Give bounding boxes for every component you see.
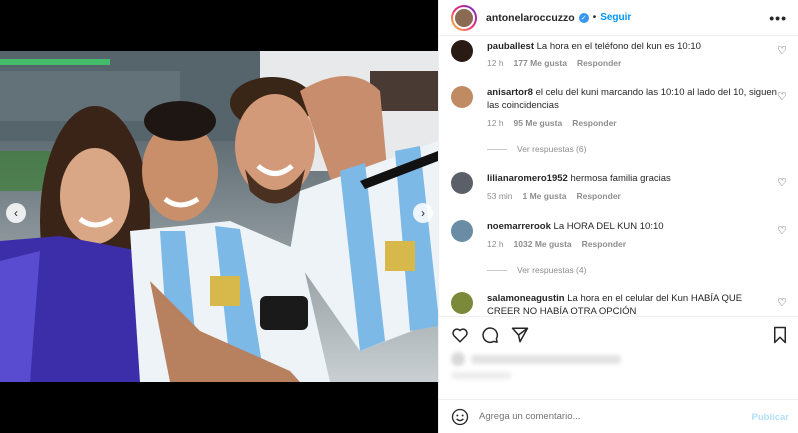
comment-username[interactable]: pauballest [487, 41, 534, 52]
view-replies-button[interactable]: Ver respuestas (6) [487, 144, 586, 154]
commenter-avatar[interactable] [451, 172, 473, 194]
reply-button[interactable]: Responder [572, 118, 616, 128]
post-photo[interactable] [0, 51, 438, 382]
comment-likes[interactable]: 177 Me gusta [514, 58, 567, 68]
reply-button[interactable]: Responder [577, 58, 621, 68]
comment-text: hermosa familia gracias [570, 173, 671, 184]
comment-username[interactable]: anisartor8 [487, 87, 533, 98]
follow-button[interactable]: Seguir [600, 12, 631, 23]
comment-username[interactable]: noemarrerook [487, 221, 551, 232]
comment-time[interactable]: 12 h [487, 118, 504, 128]
comment-composer: Publicar [439, 399, 798, 433]
emoji-icon[interactable] [451, 408, 469, 426]
heart-icon[interactable]: ♡ [777, 176, 787, 189]
comment-text: La hora en el teléfono del kun es 10:10 [536, 41, 701, 52]
comment-username[interactable]: lilianaromero1952 [487, 173, 568, 184]
commenter-avatar[interactable] [451, 292, 473, 314]
post-comment-button[interactable]: Publicar [752, 412, 790, 423]
comment-likes[interactable]: 95 Me gusta [514, 118, 563, 128]
comment-icon[interactable] [481, 326, 499, 344]
comment-body: noemarrerook La HORA DEL KUN 10:10 [487, 220, 777, 233]
comment-input[interactable] [479, 411, 719, 422]
reply-button[interactable]: Responder [582, 239, 626, 249]
profile-avatar[interactable] [451, 4, 477, 31]
commenter-avatar[interactable] [451, 220, 473, 242]
instagram-post-viewer: ‹ › antonelaroccuzzo ✓ • Seguir ••• paub… [0, 0, 798, 433]
heart-icon[interactable]: ♡ [777, 90, 787, 103]
commenter-avatar[interactable] [451, 40, 473, 62]
chevron-right-icon[interactable]: › [413, 203, 433, 223]
post-actions-bar [439, 316, 798, 352]
comment-likes[interactable]: 1 Me gusta [523, 191, 567, 201]
header-separator: • [592, 12, 597, 23]
comment-body: lilianaromero1952 hermosa familia gracia… [487, 172, 777, 185]
comments-list[interactable]: pauballest La hora en el teléfono del ku… [439, 36, 798, 316]
comment-time[interactable]: 12 h [487, 239, 504, 249]
comment-username[interactable]: salamoneagustin [487, 293, 565, 304]
post-date-blurred [451, 372, 511, 379]
comment-text: La HORA DEL KUN 10:10 [553, 221, 664, 232]
comment-time[interactable]: 53 min [487, 191, 513, 201]
more-options-icon[interactable]: ••• [769, 10, 787, 26]
comment-likes[interactable]: 1032 Me gusta [514, 239, 572, 249]
heart-icon[interactable]: ♡ [777, 296, 787, 309]
comment-body: pauballest La hora en el teléfono del ku… [487, 40, 777, 53]
verified-badge-icon: ✓ [578, 12, 589, 23]
commenter-avatar[interactable] [451, 86, 473, 108]
reply-button[interactable]: Responder [576, 191, 620, 201]
post-media: ‹ › [0, 0, 438, 433]
comment-body: anisartor8 el celu del kuni marcando las… [487, 86, 777, 112]
comment-meta: 53 min 1 Me gusta Responder [487, 191, 621, 201]
comment-time[interactable]: 12 h [487, 58, 504, 68]
bookmark-icon[interactable] [771, 326, 789, 344]
likes-summary-blurred [451, 352, 651, 366]
view-replies-button[interactable]: Ver respuestas (4) [487, 265, 586, 275]
share-icon[interactable] [511, 326, 529, 344]
comment-meta: 12 h 177 Me gusta Responder [487, 58, 621, 68]
comment-body: salamoneagustin La hora en el celular de… [487, 292, 777, 316]
post-header: antonelaroccuzzo ✓ • Seguir ••• [439, 0, 798, 36]
heart-icon[interactable]: ♡ [777, 44, 787, 57]
heart-icon[interactable] [451, 326, 469, 344]
post-side-panel: antonelaroccuzzo ✓ • Seguir ••• pauballe… [438, 0, 798, 433]
chevron-left-icon[interactable]: ‹ [6, 203, 26, 223]
heart-icon[interactable]: ♡ [777, 224, 787, 237]
comment-meta: 12 h 95 Me gusta Responder [487, 118, 617, 128]
header-username[interactable]: antonelaroccuzzo [486, 12, 575, 24]
comment-meta: 12 h 1032 Me gusta Responder [487, 239, 626, 249]
